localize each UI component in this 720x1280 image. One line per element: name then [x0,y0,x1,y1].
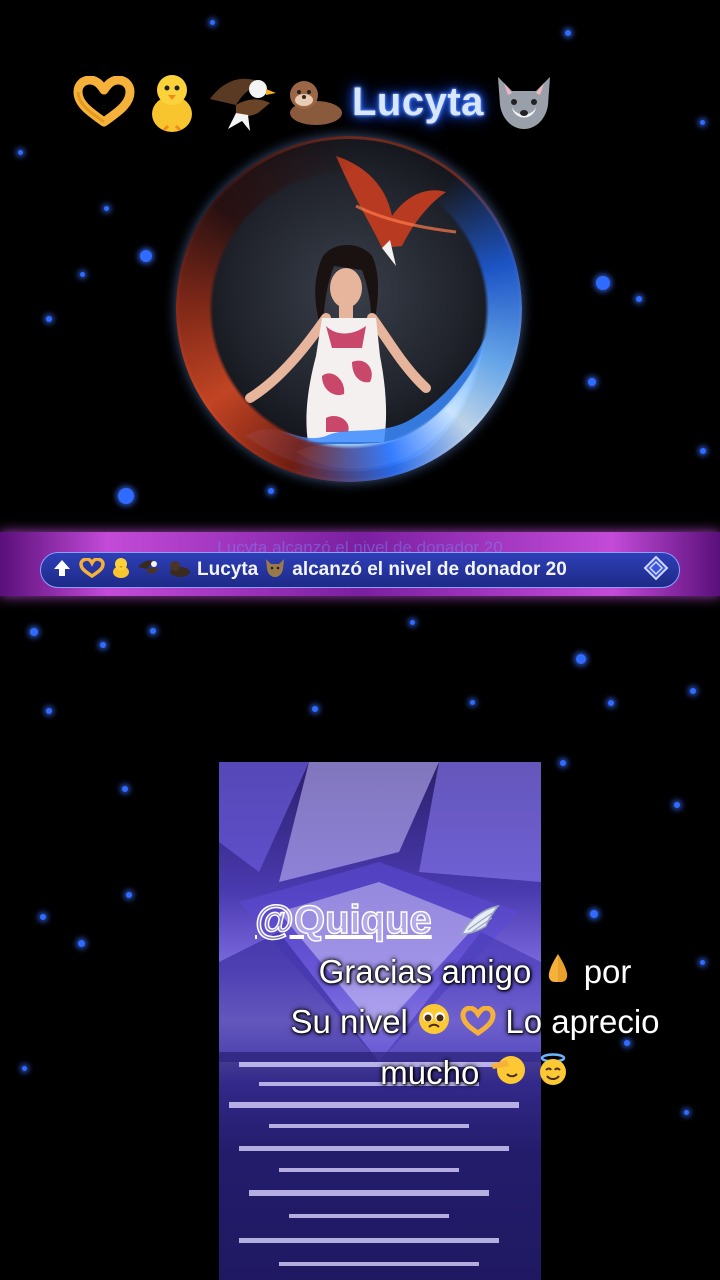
star-dot [312,706,318,712]
star-dot [118,488,134,504]
star-dot [700,448,706,454]
star-dot [608,700,614,706]
message-line-1: Gracias amigo por [250,948,700,998]
wolf-icon [490,71,558,133]
heart-hands-icon [460,1001,496,1049]
star-dot [126,892,132,898]
message-line-1-end: por [583,953,632,990]
username-label[interactable]: Lucyta [350,62,486,142]
star-dot [18,150,23,155]
star-dot [590,910,598,918]
profile-name-row: Lucyta [70,62,610,142]
star-dot [576,654,586,664]
star-dot [690,688,696,694]
thank-you-message: Gracias amigo por Su nivel Lo aprecio mu… [250,948,700,1099]
star-dot [46,708,52,714]
chick-icon [111,557,131,583]
message-line-2: Su nivel Lo aprecio [250,998,700,1048]
star-dot [46,316,52,322]
star-dot [104,206,109,211]
star-dot [100,642,106,648]
star-dot [470,700,475,705]
star-dot [22,1066,27,1071]
live-stream-overlay: Lucyta Lucyta alcanzó el nivel de donado… [0,0,720,1280]
star-dot [560,760,566,766]
star-dot [78,940,85,947]
message-line-1-text: Gracias amigo [318,953,532,990]
star-dot [122,786,128,792]
star-dot [565,30,571,36]
otter-icon [282,73,346,131]
star-dot [268,488,274,494]
heart-hands-icon [70,75,138,128]
star-dot [596,276,610,290]
star-dot [588,378,596,386]
halo-face-icon [536,1051,570,1099]
message-line-2-end: Lo aprecio [505,1003,660,1041]
message-line-2-text: Su nivel [290,1003,408,1041]
star-dot [30,628,38,636]
star-dot [674,802,680,808]
star-dot [636,296,642,302]
star-dot [40,914,46,920]
saluting-face-icon [489,1051,527,1099]
star-dot [700,960,705,965]
donor-level-banner[interactable]: Lucyta alcanzó el nivel de donador 20 [40,552,680,588]
otter-icon [167,558,191,582]
message-line-3-text: mucho [380,1053,480,1091]
star-dot [410,620,415,625]
chick-icon [142,70,202,134]
star-dot [80,272,85,277]
star-dot [140,250,152,262]
banner-username: Lucyta [197,559,259,580]
pleading-face-icon [417,1001,451,1049]
star-dot [150,628,156,634]
banner-message: alcanzó el nivel de donador 20 [292,559,567,580]
eagle-icon [137,557,161,583]
avatar-flame-frame [176,136,522,482]
wolf-icon [264,557,286,583]
folded-hands-icon [541,950,575,998]
eagle-icon [206,69,278,135]
heart-hands-icon [79,557,105,582]
wing-icon [458,902,502,942]
diamond-icon [643,555,669,585]
star-dot [684,1110,689,1115]
star-dot [210,20,215,25]
up-arrow-icon [51,557,73,583]
message-line-3: mucho [250,1049,700,1099]
star-dot [700,120,705,125]
